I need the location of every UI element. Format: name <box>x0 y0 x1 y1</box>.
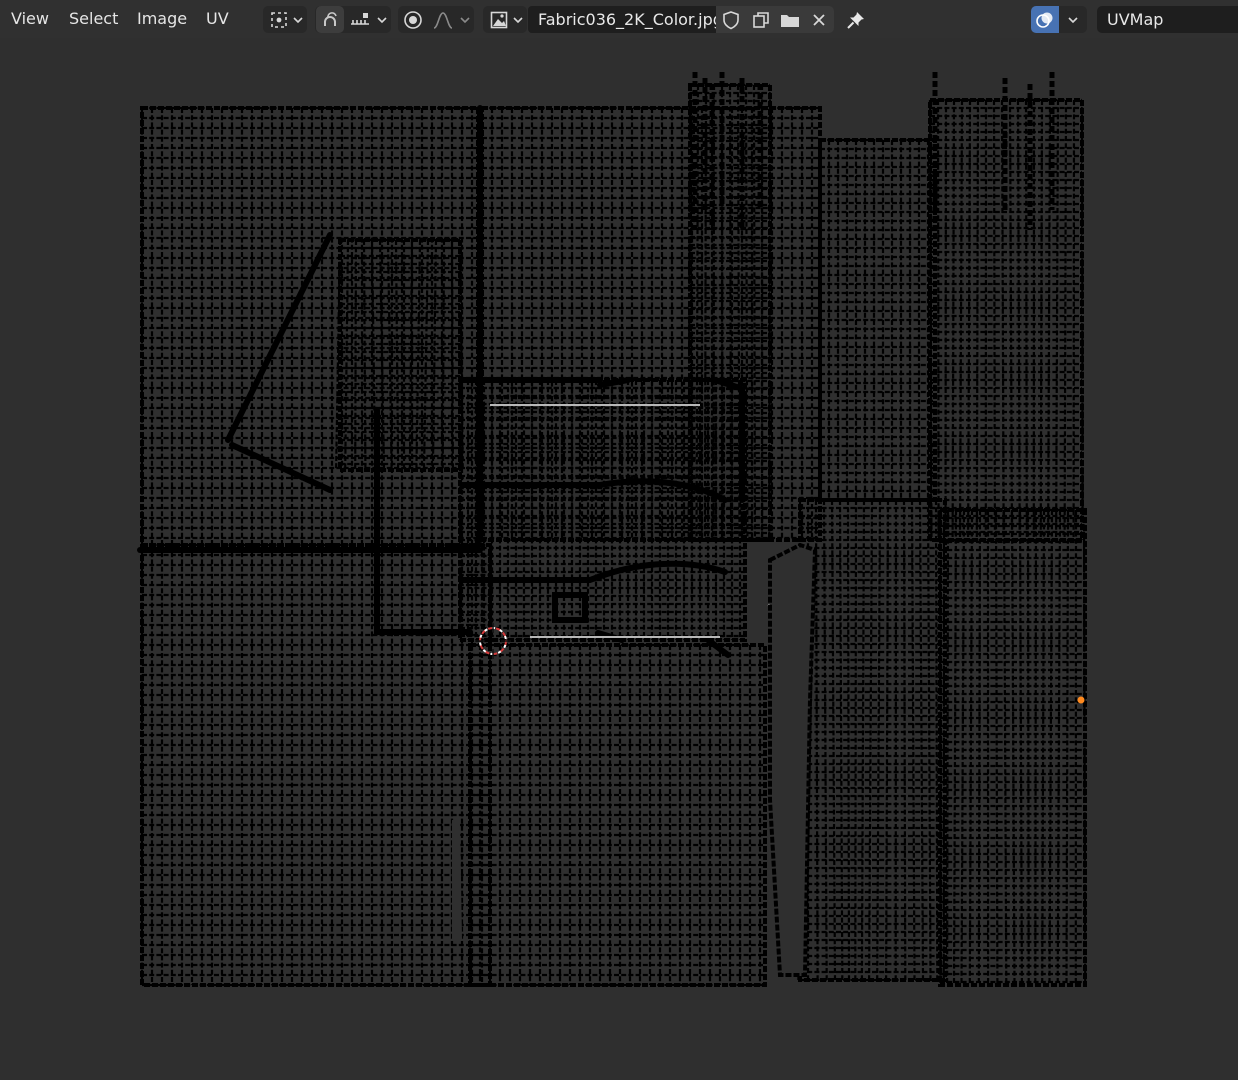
chevron-down-icon[interactable] <box>458 6 472 33</box>
uv-island-wavy <box>335 238 464 472</box>
duplicate-icon[interactable] <box>747 6 775 33</box>
image-actions-group <box>716 6 834 33</box>
falloff-curve-icon[interactable] <box>428 6 458 33</box>
proportional-group <box>398 6 474 33</box>
uv-island-bottom-right-a <box>797 498 947 982</box>
image-browse-icon <box>485 6 513 33</box>
snap-increment-icon[interactable] <box>345 6 375 33</box>
pivot-point-dropdown[interactable] <box>263 6 307 33</box>
uv-mesh <box>140 83 1087 987</box>
chevron-down-icon <box>1059 6 1087 33</box>
chevron-down-icon <box>511 6 525 33</box>
menu-select[interactable]: Select <box>65 0 122 38</box>
snap-magnet-icon[interactable] <box>316 6 344 33</box>
folder-icon[interactable] <box>776 6 804 33</box>
shield-icon[interactable] <box>717 6 745 33</box>
overlay-dropdown[interactable] <box>1059 6 1087 33</box>
overlay-icon[interactable] <box>1031 6 1059 33</box>
proportional-editing-icon[interactable] <box>399 6 427 33</box>
close-icon[interactable] <box>805 6 833 33</box>
image-name-field[interactable]: Fabric036_2K_Color.jpg <box>528 6 723 33</box>
menu-image[interactable]: Image <box>133 0 191 38</box>
chevron-down-icon[interactable] <box>375 6 389 33</box>
uv-island-bottom-left <box>140 543 492 987</box>
active-vertex-icon[interactable] <box>1077 696 1085 704</box>
image-browse-dropdown[interactable] <box>483 6 527 33</box>
menu-view[interactable]: View <box>7 0 53 38</box>
uv-editor-header: View Select Image UV Fabric036_2K_Color.… <box>0 0 1238 38</box>
uv-island-top-right-b <box>928 98 1084 542</box>
uv-island-top-right-a <box>818 138 937 502</box>
menu-uv[interactable]: UV <box>202 0 233 38</box>
uv-island-bottom-center <box>468 643 767 987</box>
pivot-point-icon <box>265 6 293 33</box>
uv-map-selector[interactable]: UVMap <box>1097 6 1238 33</box>
uv-island-strips <box>687 83 772 542</box>
pin-icon[interactable] <box>842 6 870 33</box>
uv-island-bottom-right-b <box>938 508 1087 987</box>
chevron-down-icon <box>291 6 305 33</box>
uv-viewport[interactable] <box>0 38 1238 1080</box>
snapping-group <box>315 6 391 33</box>
